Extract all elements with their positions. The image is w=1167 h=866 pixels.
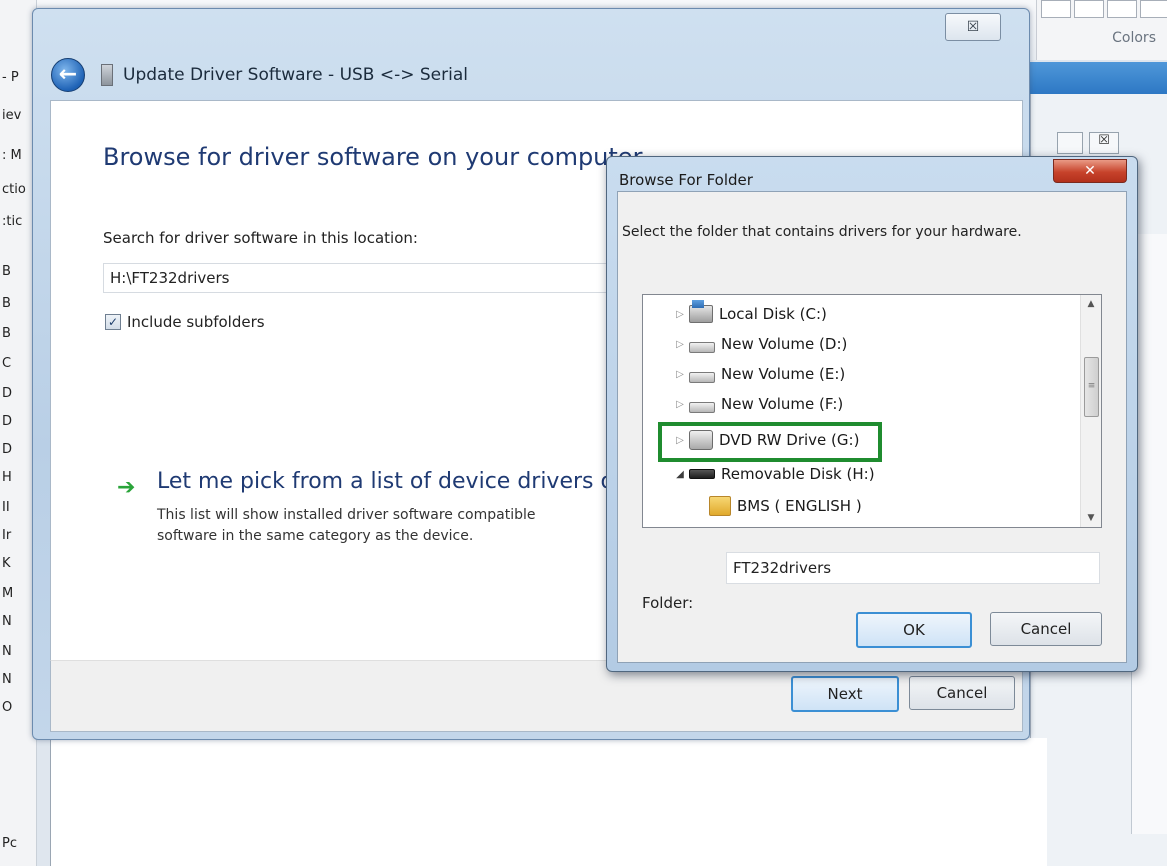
restore-icon[interactable] — [1057, 132, 1083, 154]
scroll-down-icon[interactable]: ▼ — [1081, 509, 1101, 527]
volume-icon — [689, 341, 715, 353]
tree-item-label: New Volume (D:) — [721, 335, 848, 353]
scroll-thumb[interactable]: ≡ — [1084, 357, 1099, 417]
background-list-item: N — [2, 644, 12, 659]
volume-icon — [689, 371, 715, 383]
folder-name-input[interactable]: FT232drivers — [726, 552, 1100, 584]
background-list-item: N — [2, 614, 12, 629]
cancel-button[interactable]: Cancel — [909, 676, 1015, 710]
back-arrow-icon: ← — [58, 62, 78, 87]
background-list-item: H — [2, 470, 12, 485]
green-arrow-icon: ➔ — [117, 475, 136, 500]
background-list-item: B — [2, 326, 11, 341]
local-disk-icon — [689, 300, 713, 323]
background-list-item: D — [2, 442, 13, 457]
dialog-close-button[interactable]: ✕ — [1053, 159, 1127, 183]
pick-from-list-link[interactable]: Let me pick from a list of device driver… — [157, 469, 614, 494]
removable-disk-icon — [689, 469, 715, 479]
colors-label: Colors — [1112, 30, 1156, 46]
color-swatches[interactable] — [1037, 0, 1167, 18]
dialog-title: Browse For Folder — [619, 171, 753, 189]
tree-scrollbar[interactable]: ▲ ≡ ▼ — [1080, 295, 1101, 527]
include-subfolders-label: Include subfolders — [127, 313, 265, 331]
ok-button[interactable]: OK — [856, 612, 972, 648]
tree-item-new-volume-d[interactable]: ▷ New Volume (D:) — [673, 329, 847, 359]
collapse-arrow-icon[interactable]: ◢ — [673, 469, 687, 480]
expand-arrow-icon[interactable]: ▷ — [673, 399, 687, 410]
background-list-item: ctio — [2, 182, 26, 197]
tree-item-label: Local Disk (C:) — [719, 305, 827, 323]
background-list-item: - P — [2, 70, 19, 85]
tree-item-new-volume-e[interactable]: ▷ New Volume (E:) — [673, 359, 845, 389]
background-list-item: D — [2, 386, 13, 401]
pick-from-list-description: This list will show installed driver sof… — [157, 505, 617, 547]
folder-label: Folder: — [642, 594, 694, 612]
driver-path-input[interactable]: H:\FT232drivers — [103, 263, 663, 293]
tree-item-new-volume-f[interactable]: ▷ New Volume (F:) — [673, 389, 843, 419]
tree-item-removable-disk-h[interactable]: ◢ Removable Disk (H:) — [673, 459, 875, 489]
folder-icon — [709, 496, 731, 516]
tree-item-label: BMS ( ENGLISH ) — [737, 497, 862, 515]
background-list-item: C — [2, 356, 12, 371]
background-blue-bar — [1030, 62, 1167, 94]
usb-device-icon — [101, 64, 113, 86]
background-list-item: N — [2, 672, 12, 687]
next-button[interactable]: Next — [791, 676, 899, 712]
wizard-titlebar: ← Update Driver Software - USB <-> Seria… — [51, 58, 468, 92]
close-icon: ✕ — [1084, 163, 1096, 179]
include-subfolders-option[interactable]: ✓ Include subfolders — [105, 313, 265, 331]
background-list-item: B — [2, 296, 11, 311]
dialog-instruction: Select the folder that contains drivers … — [622, 224, 1022, 240]
expand-arrow-icon[interactable]: ▷ — [673, 309, 687, 320]
background-list-item: :tic — [2, 214, 23, 229]
search-location-label: Search for driver software in this locat… — [103, 229, 418, 247]
page-heading: Browse for driver software on your compu… — [103, 143, 643, 171]
expand-arrow-icon[interactable]: ▷ — [673, 339, 687, 350]
browse-for-folder-dialog: Browse For Folder ✕ Select the folder th… — [606, 156, 1138, 672]
background-list-item: D — [2, 414, 13, 429]
scroll-up-icon[interactable]: ▲ — [1081, 295, 1101, 313]
close-icon: ☒ — [966, 19, 980, 35]
background-window-body — [50, 738, 1047, 866]
background-list-item: iev — [2, 108, 22, 123]
include-subfolders-checkbox[interactable]: ✓ — [105, 314, 121, 330]
pick-desc-line-1: This list will show installed driver sof… — [157, 507, 536, 523]
tree-item-local-disk-c[interactable]: ▷ Local Disk (C:) — [673, 299, 827, 329]
tree-item-label: New Volume (E:) — [721, 365, 846, 383]
back-arrow-button[interactable]: ← — [51, 58, 85, 92]
window-title: Update Driver Software - USB <-> Serial — [123, 65, 468, 85]
tree-item-label: New Volume (F:) — [721, 395, 844, 413]
window-close-button[interactable]: ☒ — [945, 13, 1001, 41]
volume-icon — [689, 401, 715, 413]
background-list-item: : M — [2, 148, 22, 163]
background-list-item: K — [2, 556, 11, 571]
background-list-item: O — [2, 700, 13, 715]
pick-desc-line-2: software in the same category as the dev… — [157, 528, 474, 544]
ribbon-colors-group: Colors — [1036, 0, 1167, 60]
tree-item-label: Removable Disk (H:) — [721, 465, 875, 483]
expand-arrow-icon[interactable]: ▷ — [673, 369, 687, 380]
folder-tree[interactable]: ▷ Local Disk (C:) ▷ New Volume (D:) ▷ Ne… — [642, 294, 1102, 528]
tree-item-bms-english[interactable]: BMS ( ENGLISH ) — [709, 491, 862, 521]
highlight-rectangle — [658, 422, 882, 462]
close-icon[interactable]: ☒ — [1089, 132, 1119, 154]
background-list-item: Pc — [2, 836, 17, 851]
background-list-item: B — [2, 264, 11, 279]
background-list-item: II — [2, 500, 10, 515]
cancel-button[interactable]: Cancel — [990, 612, 1102, 646]
background-list-item: Ir — [2, 528, 12, 543]
background-list-item: M — [2, 586, 14, 601]
